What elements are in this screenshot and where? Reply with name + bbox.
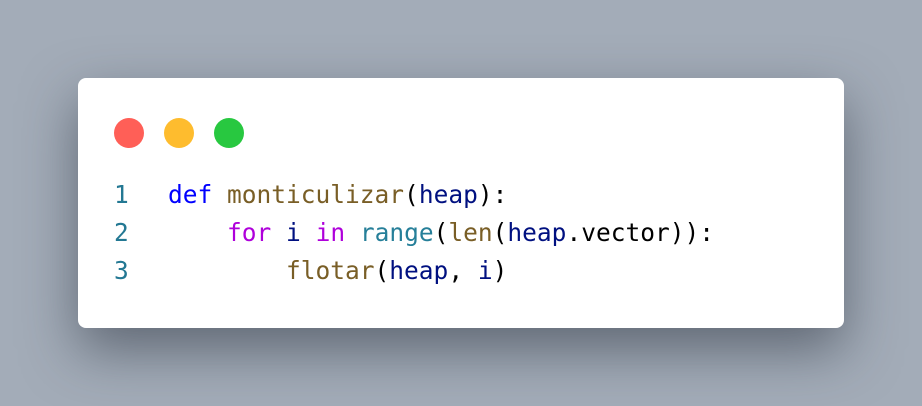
attribute: .vector <box>566 218 670 247</box>
code-block: 1 def monticulizar(heap): 2 for i in range… <box>114 176 714 290</box>
loop-variable: i <box>286 218 301 247</box>
builtin-range: range <box>359 218 434 247</box>
maximize-window-button[interactable] <box>214 118 244 148</box>
close-window-button[interactable] <box>114 118 144 148</box>
line-number: 2 <box>114 218 129 247</box>
minimize-window-button[interactable] <box>164 118 194 148</box>
code-line-3: 3 flotar(heap, i) <box>114 252 714 290</box>
keyword-for: for <box>227 218 272 247</box>
code-line-2: 2 for i in range(len(heap.vector)): <box>114 214 714 252</box>
punctuation: ( <box>492 218 508 247</box>
punctuation: ( <box>433 218 449 247</box>
code-line-1: 1 def monticulizar(heap): <box>114 176 714 214</box>
function-call: flotar <box>286 256 375 285</box>
argument: heap <box>389 256 449 285</box>
argument: i <box>477 256 493 285</box>
builtin-len: len <box>448 218 493 247</box>
variable: heap <box>507 218 567 247</box>
punctuation: ) <box>492 256 508 285</box>
line-number: 3 <box>114 256 129 285</box>
keyword-in: in <box>315 218 346 247</box>
punctuation: ): <box>477 180 508 209</box>
punctuation: )) <box>669 218 700 247</box>
code-window: 1 def monticulizar(heap): 2 for i in range… <box>78 78 844 328</box>
punctuation: , <box>448 256 478 285</box>
punctuation: ( <box>374 256 390 285</box>
keyword-def: def <box>168 180 213 209</box>
punctuation: ( <box>404 180 419 209</box>
line-number: 1 <box>114 180 129 209</box>
punctuation: : <box>699 218 714 247</box>
function-name: monticulizar <box>227 180 405 209</box>
parameter: heap <box>418 180 478 209</box>
